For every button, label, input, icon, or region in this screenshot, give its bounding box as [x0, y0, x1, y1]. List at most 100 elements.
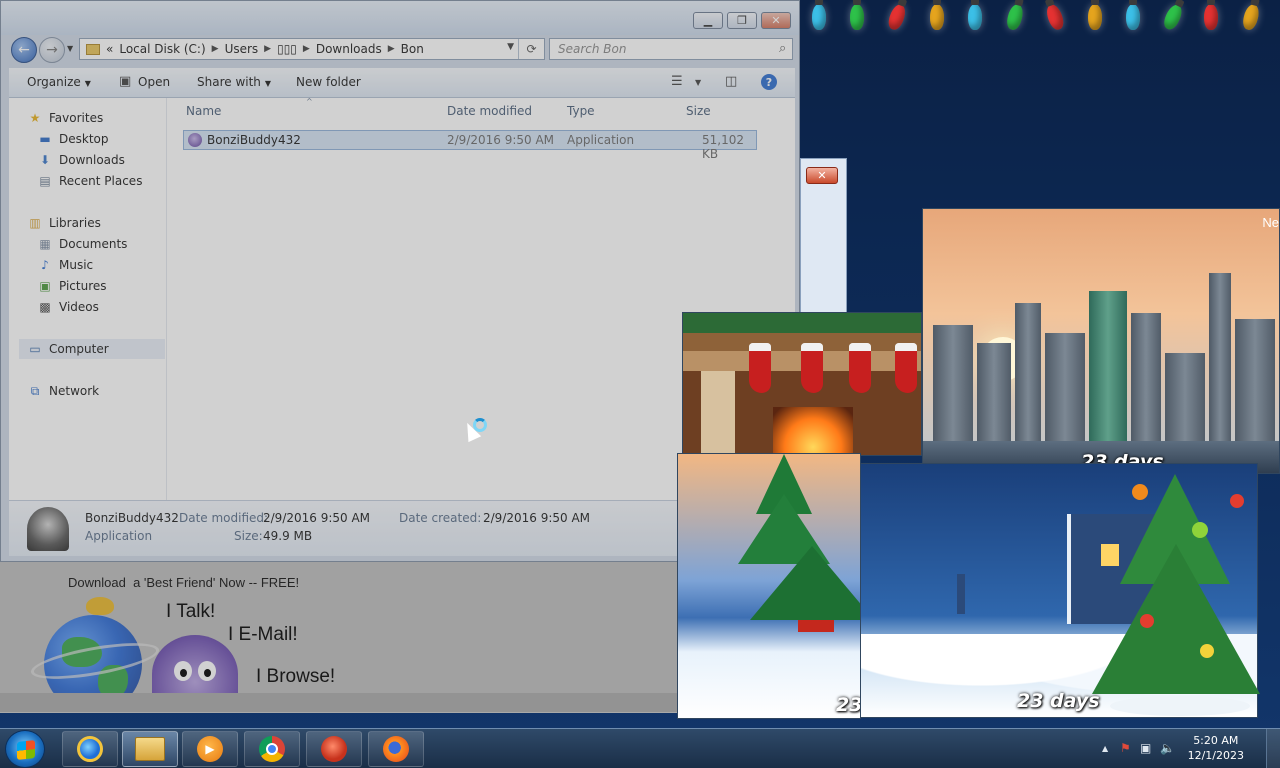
share-with-button[interactable]: Share with ▼ — [197, 75, 271, 89]
nav-favorites[interactable]: ★ Favorites — [27, 108, 104, 128]
nav-documents[interactable]: ▦ Documents — [37, 234, 127, 254]
open-button[interactable]: Open — [138, 75, 170, 89]
close-icon: ✕ — [771, 14, 781, 27]
column-header-size[interactable]: Size — [686, 104, 711, 118]
nav-libraries[interactable]: ▥ Libraries — [27, 213, 101, 233]
bulb-icon — [850, 0, 864, 30]
bulb-icon — [885, 2, 909, 32]
taskbar-file-explorer[interactable] — [122, 731, 178, 767]
breadcrumb-users[interactable]: Users — [225, 42, 259, 56]
promo-download-link[interactable]: Download — [68, 575, 126, 590]
chrome-center — [266, 743, 278, 755]
nav-music[interactable]: ♪ Music — [37, 255, 93, 275]
taskbar-bonzibuddy[interactable] — [306, 731, 362, 767]
taskbar-internet-explorer[interactable] — [62, 731, 118, 767]
organize-button[interactable]: Organize ▼ — [27, 75, 91, 89]
column-header-name[interactable]: Name — [186, 104, 221, 118]
fireplace-countdown-gadget[interactable] — [682, 312, 922, 456]
share-with-label: Share with — [197, 75, 261, 89]
view-options-icon[interactable]: ☰ — [671, 74, 683, 89]
nav-network[interactable]: ⧉ Network — [27, 381, 99, 401]
breadcrumb-local-disk[interactable]: Local Disk (C:) — [119, 42, 205, 56]
music-icon: ♪ — [41, 258, 49, 272]
table-row[interactable]: BonziBuddy432 2/9/2016 9:50 AM Applicati… — [183, 130, 757, 161]
new-folder-button[interactable]: New folder — [296, 75, 361, 89]
tree-countdown-gadget[interactable]: 23 — [677, 453, 861, 719]
show-hidden-icons-icon[interactable]: ▲ — [1102, 744, 1108, 753]
start-button[interactable] — [5, 730, 45, 768]
breadcrumb-overflow[interactable]: « — [106, 42, 113, 56]
stocking-icon — [895, 343, 917, 393]
file-size: 51,102 KB — [702, 133, 744, 161]
chevron-right-icon[interactable]: ▶ — [388, 44, 395, 54]
breadcrumb-bon[interactable]: Bon — [401, 42, 424, 56]
building — [1089, 291, 1127, 443]
clock[interactable]: 5:20 AM 12/1/2023 — [1188, 733, 1244, 763]
details-type: Application — [85, 529, 153, 543]
volume-icon[interactable]: 🔈 — [1160, 741, 1175, 755]
preview-pane-icon[interactable]: ◫ — [725, 74, 737, 89]
nav-downloads[interactable]: ⬇ Downloads — [37, 150, 125, 170]
desktop-icon: ▬ — [39, 132, 51, 146]
stocking-icon — [749, 343, 771, 393]
nav-network-label: Network — [49, 384, 100, 398]
nav-recent-places[interactable]: ▤ Recent Places — [37, 171, 142, 191]
refresh-button[interactable]: ⟳ — [518, 39, 544, 59]
christmas-tree-icon — [1092, 544, 1260, 694]
recent-pages-dropdown[interactable]: ▼ — [67, 44, 73, 53]
ornament-icon — [1230, 494, 1244, 508]
breadcrumb-user-folder[interactable]: ▯▯▯ — [277, 42, 297, 56]
back-button[interactable]: ← — [11, 37, 37, 63]
network-status-icon[interactable]: ▣ — [1140, 741, 1151, 755]
maximize-button[interactable]: ❐ — [727, 12, 757, 29]
ornament-icon — [1192, 522, 1208, 538]
search-input[interactable]: Search Bon — [549, 38, 793, 60]
penguin-eye — [198, 661, 216, 681]
chevron-right-icon[interactable]: ▶ — [212, 44, 219, 54]
background-window-close-button[interactable]: ✕ — [806, 167, 838, 184]
taskbar-chrome[interactable] — [244, 731, 300, 767]
details-size-label: Size: — [234, 529, 263, 543]
details-date-modified-label: Date modified: — [179, 511, 269, 525]
nav-desktop[interactable]: ▬ Desktop — [37, 129, 108, 149]
bonzibuddy-thumbnail-icon — [27, 507, 69, 551]
help-icon[interactable]: ? — [761, 74, 777, 90]
minimize-button[interactable]: ▁ — [693, 12, 723, 29]
open-app-icon: ▣ — [119, 74, 132, 89]
address-history-dropdown-icon[interactable]: ▼ — [507, 42, 514, 52]
building — [1045, 333, 1085, 443]
clock-time: 5:20 AM — [1193, 734, 1239, 747]
bulb-icon — [1161, 2, 1185, 32]
chevron-right-icon[interactable]: ▶ — [303, 44, 310, 54]
search-icon[interactable]: ⌕ — [779, 41, 786, 56]
nav-pictures[interactable]: ▣ Pictures — [37, 276, 106, 296]
nav-computer[interactable]: ▭ Computer — [19, 339, 165, 359]
address-bar[interactable]: « Local Disk (C:) ▶ Users ▶ ▯▯▯ ▶ Downlo… — [79, 38, 545, 60]
christmas-tree-icon — [750, 546, 860, 620]
nav-videos[interactable]: ▩ Videos — [37, 297, 99, 317]
action-center-flag-icon[interactable]: ⚑ — [1120, 741, 1131, 755]
city-countdown-gadget[interactable]: Ne 23 days — [922, 208, 1280, 474]
decorated-tree-gadget[interactable] — [1080, 474, 1270, 724]
computer-icon: ▭ — [29, 342, 41, 356]
busy-cursor-icon — [460, 418, 490, 446]
details-name: BonziBuddy432 — [85, 511, 179, 525]
building — [1235, 319, 1275, 443]
show-desktop-button[interactable] — [1266, 729, 1280, 768]
taskbar-firefox[interactable] — [368, 731, 424, 767]
bulb-icon — [1043, 2, 1067, 32]
breadcrumb-downloads[interactable]: Downloads — [316, 42, 382, 56]
column-header-date-modified[interactable]: Date modified — [447, 104, 532, 118]
chevron-down-icon[interactable]: ▼ — [695, 78, 701, 87]
taskbar-media-player[interactable]: ▶ — [182, 731, 238, 767]
network-icon: ⧉ — [30, 383, 40, 398]
close-button[interactable]: ✕ — [761, 12, 791, 29]
details-date-created: 2/9/2016 9:50 AM — [483, 511, 591, 525]
window-titlebar[interactable]: ▁ ❐ ✕ — [1, 1, 799, 35]
arrow-left-icon: ← — [18, 42, 30, 58]
bulb-icon — [812, 0, 826, 30]
column-header-type[interactable]: Type — [567, 104, 595, 118]
chevron-right-icon[interactable]: ▶ — [264, 44, 271, 54]
taskbar: ▶ ▲ ⚑ ▣ 🔈 5:20 AM 12/1/2023 — [0, 728, 1280, 768]
forward-button[interactable]: → — [39, 37, 65, 63]
